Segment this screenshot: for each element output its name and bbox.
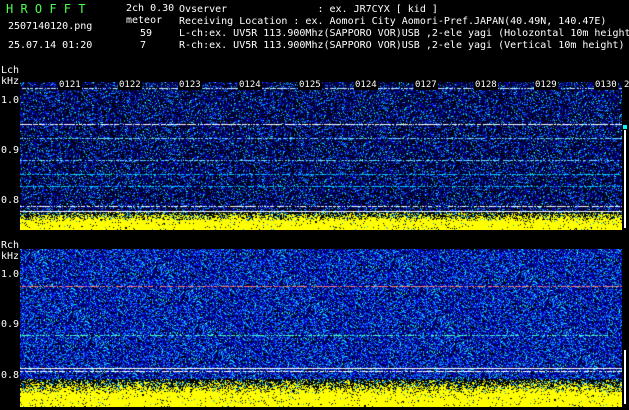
lch-level-meter [623, 110, 628, 230]
datetime-label: 25.07.14 01:20 [8, 40, 93, 51]
lch-ytick-1: 1.0 [1, 95, 20, 106]
rch-count: 7 [140, 40, 147, 51]
observer-line: Ovserver : ex. JR7CYX [ kid ] [179, 4, 438, 15]
lch-time-label: 0124 [238, 80, 262, 90]
lch-time-label: 0129 [534, 80, 558, 90]
rch-info-line: R-ch:ex. UV5R 113.900Mhz(SAPPORO VOR)USB… [179, 40, 625, 51]
lch-time-label: 0128 [474, 80, 498, 90]
rch-ytick-2: 0.9 [1, 319, 20, 330]
rch-title: Rch [1, 240, 20, 251]
location-line: Receiving Location : ex. Aomori City Aom… [179, 16, 607, 27]
lch-ytick-3: 0.8 [1, 195, 20, 206]
lch-time-label: 0122 [118, 80, 142, 90]
lch-count: 59 [140, 28, 153, 39]
rch-unit: kHz [1, 251, 20, 262]
rch-ytick-1: 1.0 [1, 269, 20, 280]
lch-info-line: L-ch:ex. UV5R 113.900Mhz(SAPPORO VOR)USB… [179, 28, 629, 39]
lch-ytick-2: 0.9 [1, 145, 20, 156]
lch-spectrogram [20, 82, 622, 230]
rch-level-meter [623, 280, 628, 406]
filename-label: 2507140120.png [8, 21, 93, 32]
rch-ytick-3: 0.8 [1, 370, 20, 381]
lch-title: Lch [1, 65, 20, 76]
lch-time-label: 0125 [298, 80, 322, 90]
app-logo: H R O F F T [6, 2, 86, 16]
version-label: 2ch 0.30 [126, 3, 175, 14]
lch-time-label: 2 [623, 80, 629, 90]
mode-label: meteor [126, 15, 163, 26]
lch-unit: kHz [1, 76, 20, 87]
lch-time-label: 0121 [58, 80, 82, 90]
lch-time-label: 0130 [594, 80, 618, 90]
rch-spectrogram [20, 249, 622, 407]
lch-time-label: 0127 [414, 80, 438, 90]
lch-time-label: 0124 [354, 80, 378, 90]
lch-time-label: 0123 [178, 80, 202, 90]
hroffft-window: H R O F F T 2ch 0.30 2507140120.png mete… [0, 0, 629, 410]
